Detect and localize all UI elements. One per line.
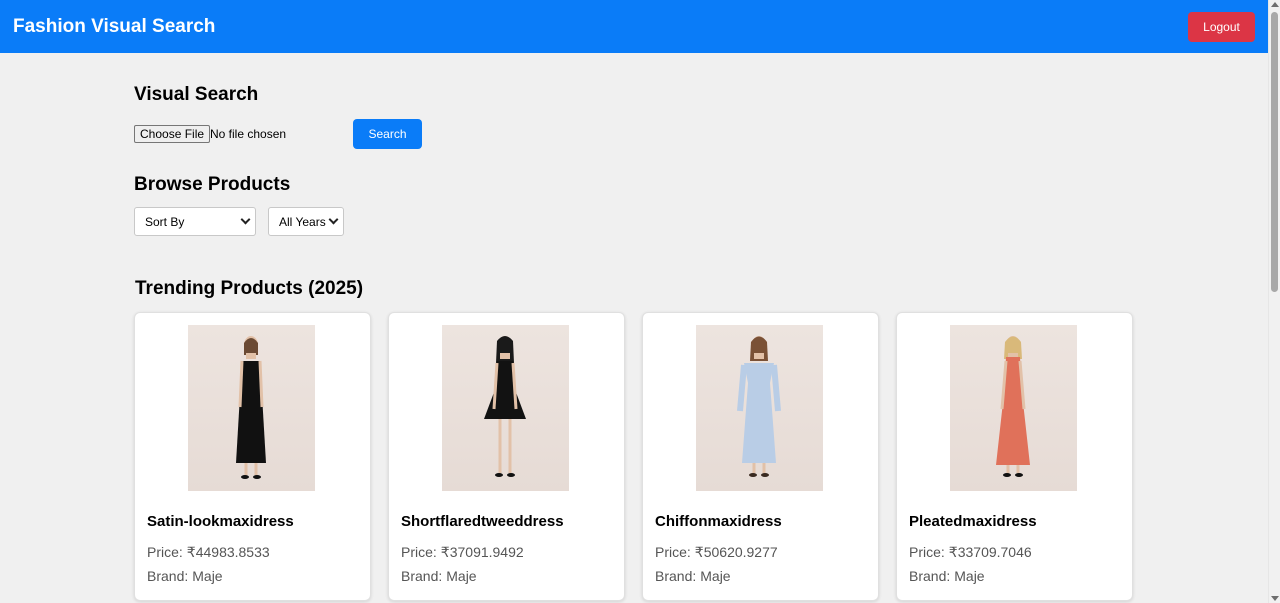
product-image[interactable] (442, 325, 569, 491)
product-image[interactable] (696, 325, 823, 491)
file-status-text: No file chosen (210, 127, 287, 141)
brand-label: Brand: (401, 568, 443, 584)
product-brand: Brand: Maje (909, 568, 985, 584)
dress-figure-illustration (236, 336, 266, 479)
product-image[interactable] (188, 325, 315, 491)
page-scrollbar[interactable] (1268, 0, 1280, 603)
price-value: ₹44983.8533 (186, 544, 270, 560)
brand-value: Maje (700, 568, 731, 584)
trending-products-heading: Trending Products (2025) (135, 278, 364, 299)
price-value: ₹50620.9277 (694, 544, 778, 560)
year-filter-selected-value: All Years (279, 214, 326, 229)
product-price: Price: ₹50620.9277 (655, 544, 778, 561)
scroll-up-arrow-icon[interactable] (1271, 2, 1279, 7)
brand-label: Brand: (147, 568, 189, 584)
app-header: Fashion Visual Search Logout (0, 0, 1268, 53)
browse-products-heading: Browse Products (134, 174, 291, 195)
price-value: ₹33709.7046 (948, 544, 1032, 560)
scroll-down-arrow-icon[interactable] (1271, 596, 1279, 601)
product-price: Price: ₹44983.8533 (147, 544, 270, 561)
brand-value: Maje (192, 568, 223, 584)
product-card[interactable]: Chiffonmaxidress Price: ₹50620.9277 Brand… (642, 312, 879, 601)
scrollbar-thumb[interactable] (1271, 12, 1278, 292)
search-button[interactable]: Search (353, 119, 422, 149)
product-brand: Brand: Maje (655, 568, 731, 584)
product-name[interactable]: Satin-lookmaxidress (147, 513, 294, 530)
price-value: ₹37091.9492 (440, 544, 524, 560)
chevron-down-icon (328, 214, 339, 225)
product-brand: Brand: Maje (147, 568, 223, 584)
chevron-down-icon (240, 214, 251, 225)
product-price: Price: ₹37091.9492 (401, 544, 524, 561)
choose-file-button[interactable]: Choose File (134, 125, 211, 143)
price-label: Price: (401, 544, 437, 560)
dress-figure-illustration (737, 336, 781, 477)
visual-search-heading: Visual Search (134, 84, 259, 105)
product-card[interactable]: Shortflaredtweeddress Price: ₹37091.9492 … (388, 312, 625, 601)
brand-label: Brand: (655, 568, 697, 584)
price-label: Price: (909, 544, 945, 560)
product-name[interactable]: Shortflaredtweeddress (401, 513, 564, 530)
price-label: Price: (147, 544, 183, 560)
product-card[interactable]: Satin-lookmaxidress Price: ₹44983.8533 Br… (134, 312, 371, 601)
product-brand: Brand: Maje (401, 568, 477, 584)
logout-button[interactable]: Logout (1188, 11, 1255, 42)
dress-figure-illustration (996, 336, 1030, 477)
brand-value: Maje (954, 568, 985, 584)
product-price: Price: ₹33709.7046 (909, 544, 1032, 561)
sort-by-selected-value: Sort By (145, 214, 185, 229)
product-image[interactable] (950, 325, 1077, 491)
brand-label: Brand: (909, 568, 951, 584)
brand-value: Maje (446, 568, 477, 584)
dress-figure-illustration (484, 336, 526, 477)
app-title: Fashion Visual Search (13, 15, 216, 37)
product-name[interactable]: Chiffonmaxidress (655, 513, 782, 530)
sort-by-select[interactable]: Sort By (134, 207, 256, 236)
year-filter-select[interactable]: All Years (268, 207, 344, 236)
product-card[interactable]: Pleatedmaxidress Price: ₹33709.7046 Brand… (896, 312, 1133, 601)
product-name[interactable]: Pleatedmaxidress (909, 513, 1037, 530)
price-label: Price: (655, 544, 691, 560)
